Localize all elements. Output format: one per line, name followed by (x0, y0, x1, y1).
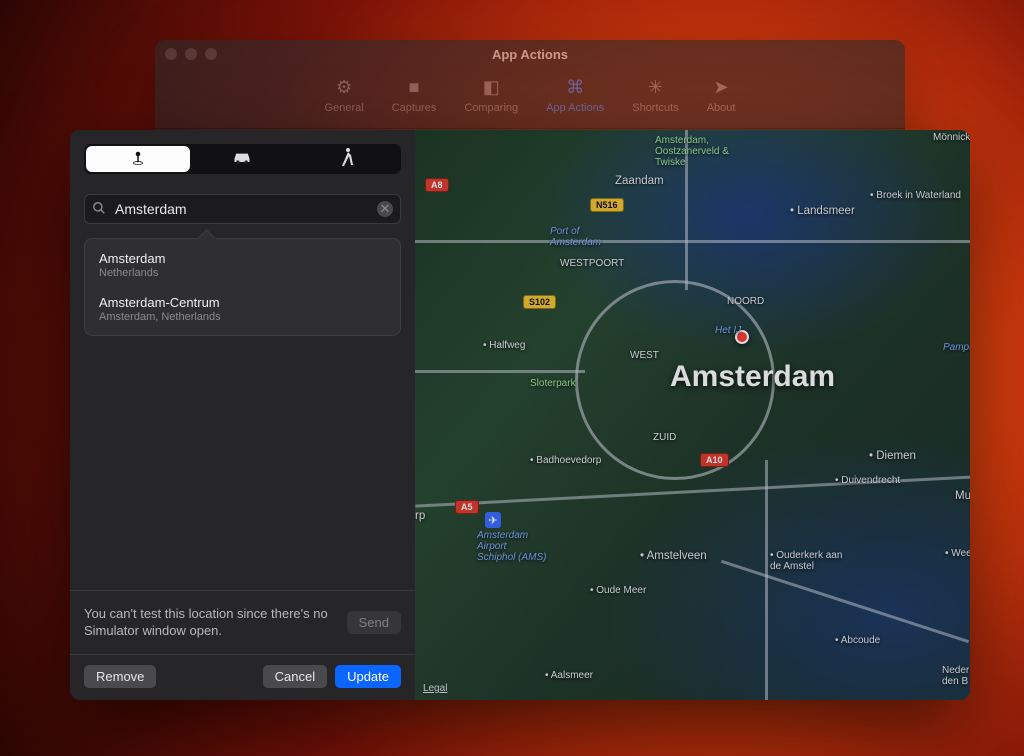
split-icon: ◧ (480, 76, 502, 98)
cancel-button[interactable]: Cancel (263, 665, 327, 688)
map-label: Aalsmeer (545, 670, 593, 681)
road-shield: A10 (700, 453, 729, 467)
result-secondary: Amsterdam, Netherlands (99, 311, 386, 323)
map-label: rp (415, 510, 425, 522)
map-canvas[interactable]: Amsterdam ✈ Legal Zaandam Landsmeer Amster… (415, 130, 970, 700)
map-pin[interactable] (735, 330, 749, 344)
map-label: Abcoude (835, 635, 880, 646)
search-result[interactable]: Amsterdam-CentrumAmsterdam, Netherlands (85, 287, 400, 331)
road (765, 460, 768, 700)
road-shield: S102 (523, 295, 556, 309)
map-label: Badhoevedorp (530, 455, 601, 466)
update-button[interactable]: Update (335, 665, 401, 688)
location-window: ✕ AmsterdamNetherlandsAmsterdam-CentrumA… (70, 130, 970, 700)
settings-title: App Actions (217, 47, 843, 62)
map-label: Weesp (945, 548, 970, 559)
road (415, 240, 970, 243)
map-label: Duivendrecht (835, 475, 900, 486)
bottom-buttons: Remove Cancel Update (84, 655, 401, 688)
settings-tab-shortcuts[interactable]: ✳︎ Shortcuts (632, 76, 678, 114)
road-shield: A8 (425, 178, 449, 192)
location-side-panel: ✕ AmsterdamNetherlandsAmsterdam-CentrumA… (70, 130, 415, 700)
road-shield: A5 (455, 500, 479, 514)
settings-tab-comparing[interactable]: ◧ Comparing (464, 76, 518, 114)
gear-icon: ⚙︎ (333, 76, 355, 98)
map-label: Pampus (943, 342, 970, 353)
mode-segmented-control[interactable] (84, 144, 401, 174)
search-results-popover: AmsterdamNetherlandsAmsterdam-CentrumAms… (84, 238, 401, 336)
camera-icon: ■ (403, 76, 425, 98)
remove-button[interactable]: Remove (84, 665, 156, 688)
map-label: Halfweg (483, 340, 525, 351)
settings-tab-captures[interactable]: ■ Captures (392, 76, 437, 114)
status-text: You can't test this location since there… (84, 605, 337, 640)
map-label: Diemen (869, 450, 916, 462)
map-label: Oude Meer (590, 585, 646, 596)
map-label: Mui (955, 490, 970, 502)
map-label: Amsterdam,Oostzanerveld &Twiske (655, 135, 729, 168)
map-label: Nederden B (942, 665, 969, 687)
window-controls[interactable] (165, 48, 217, 60)
mode-walk[interactable] (295, 146, 399, 172)
tab-label: Comparing (464, 102, 518, 114)
map-label: Mönnicke (933, 132, 970, 143)
map-label: Het IJ (715, 325, 741, 336)
tab-label: Captures (392, 102, 437, 114)
map-label: Broek in Waterland (870, 190, 961, 201)
tab-label: About (707, 102, 736, 114)
settings-tabs: ⚙︎ General ■ Captures ◧ Comparing ⌘ App Actions… (155, 68, 905, 129)
tab-label: App Actions (546, 102, 604, 114)
tab-label: Shortcuts (632, 102, 678, 114)
search-result[interactable]: AmsterdamNetherlands (85, 243, 400, 287)
map-label: AmsterdamAirportSchiphol (AMS) (477, 530, 546, 563)
search-wrap: ✕ (84, 194, 401, 224)
settings-tab-general[interactable]: ⚙︎ General (325, 76, 364, 114)
map-center-label: Amsterdam (670, 360, 835, 394)
tab-label: General (325, 102, 364, 114)
map-legal-link[interactable]: Legal (423, 683, 447, 694)
map-label: WEST (630, 350, 659, 361)
result-primary: Amsterdam (99, 251, 386, 266)
search-icon (92, 201, 106, 218)
result-primary: Amsterdam-Centrum (99, 295, 386, 310)
settings-tab-app-actions[interactable]: ⌘ App Actions (546, 76, 604, 114)
mode-pin[interactable] (86, 146, 190, 172)
map-label: Port ofAmsterdam (550, 226, 601, 248)
rocket-icon: ➤ (710, 76, 732, 98)
pin-mode-icon (129, 148, 147, 170)
asterisk-icon: ✳︎ (644, 76, 666, 98)
settings-tab-about[interactable]: ➤ About (707, 76, 736, 114)
clear-search-icon[interactable]: ✕ (377, 201, 393, 217)
car-icon (232, 149, 252, 169)
map-label: Zaandam (615, 175, 664, 187)
walk-icon (340, 147, 354, 171)
map-label: Amstelveen (640, 550, 707, 562)
road (685, 130, 688, 290)
command-icon: ⌘ (564, 76, 586, 98)
road (721, 560, 969, 643)
search-input[interactable] (84, 194, 401, 224)
map-label: NOORD (727, 296, 764, 307)
settings-titlebar: App Actions (155, 40, 905, 68)
zoom-dot[interactable] (205, 48, 217, 60)
close-dot[interactable] (165, 48, 177, 60)
send-button[interactable]: Send (347, 611, 401, 634)
result-secondary: Netherlands (99, 267, 386, 279)
minimize-dot[interactable] (185, 48, 197, 60)
status-row: You can't test this location since there… (84, 591, 401, 654)
mode-drive[interactable] (190, 146, 294, 172)
map-label: ZUID (653, 432, 676, 443)
road-shield: N516 (590, 198, 624, 212)
road (415, 370, 585, 373)
map-label: Ouderkerk aande Amstel (770, 550, 842, 572)
map-label: WESTPOORT (560, 258, 624, 269)
airplane-icon: ✈ (485, 512, 501, 528)
map-label: Sloterpark (530, 378, 576, 389)
road (575, 280, 775, 480)
road (415, 475, 970, 507)
map-label: Landsmeer (790, 205, 855, 217)
